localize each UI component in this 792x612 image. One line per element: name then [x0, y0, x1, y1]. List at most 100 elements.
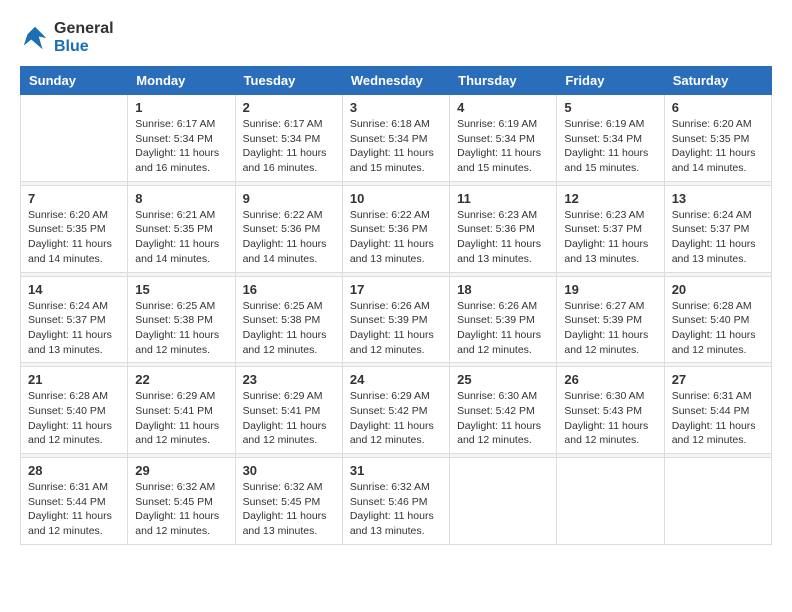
sunset-text: Sunset: 5:34 PM [243, 132, 335, 147]
day-number: 1 [135, 100, 227, 115]
sunrise-text: Sunrise: 6:24 AM [672, 208, 764, 223]
day-number: 30 [243, 463, 335, 478]
sunset-text: Sunset: 5:38 PM [135, 313, 227, 328]
sunrise-text: Sunrise: 6:22 AM [350, 208, 442, 223]
calendar-cell: 27 Sunrise: 6:31 AM Sunset: 5:44 PM Dayl… [664, 367, 771, 454]
sunrise-text: Sunrise: 6:32 AM [350, 480, 442, 495]
daylight-text: Daylight: 11 hours and 12 minutes. [243, 328, 335, 357]
sunset-text: Sunset: 5:37 PM [672, 222, 764, 237]
day-number: 15 [135, 282, 227, 297]
cell-info: Sunrise: 6:30 AM Sunset: 5:43 PM Dayligh… [564, 389, 656, 448]
daylight-text: Daylight: 11 hours and 14 minutes. [672, 146, 764, 175]
weekday-header-row: SundayMondayTuesdayWednesdayThursdayFrid… [21, 67, 772, 95]
calendar-cell: 14 Sunrise: 6:24 AM Sunset: 5:37 PM Dayl… [21, 276, 128, 363]
cell-info: Sunrise: 6:32 AM Sunset: 5:45 PM Dayligh… [243, 480, 335, 539]
calendar-cell: 30 Sunrise: 6:32 AM Sunset: 5:45 PM Dayl… [235, 458, 342, 545]
daylight-text: Daylight: 11 hours and 12 minutes. [350, 419, 442, 448]
day-number: 27 [672, 372, 764, 387]
calendar-table: SundayMondayTuesdayWednesdayThursdayFrid… [20, 66, 772, 545]
daylight-text: Daylight: 11 hours and 12 minutes. [457, 328, 549, 357]
cell-info: Sunrise: 6:23 AM Sunset: 5:37 PM Dayligh… [564, 208, 656, 267]
calendar-cell [450, 458, 557, 545]
sunrise-text: Sunrise: 6:21 AM [135, 208, 227, 223]
calendar-cell: 21 Sunrise: 6:28 AM Sunset: 5:40 PM Dayl… [21, 367, 128, 454]
daylight-text: Daylight: 11 hours and 13 minutes. [672, 237, 764, 266]
day-number: 23 [243, 372, 335, 387]
calendar-cell: 2 Sunrise: 6:17 AM Sunset: 5:34 PM Dayli… [235, 95, 342, 182]
daylight-text: Daylight: 11 hours and 12 minutes. [564, 328, 656, 357]
cell-info: Sunrise: 6:24 AM Sunset: 5:37 PM Dayligh… [672, 208, 764, 267]
cell-info: Sunrise: 6:32 AM Sunset: 5:46 PM Dayligh… [350, 480, 442, 539]
calendar-cell: 16 Sunrise: 6:25 AM Sunset: 5:38 PM Dayl… [235, 276, 342, 363]
daylight-text: Daylight: 11 hours and 12 minutes. [28, 509, 120, 538]
cell-info: Sunrise: 6:31 AM Sunset: 5:44 PM Dayligh… [672, 389, 764, 448]
weekday-header-thursday: Thursday [450, 67, 557, 95]
sunrise-text: Sunrise: 6:30 AM [457, 389, 549, 404]
daylight-text: Daylight: 11 hours and 13 minutes. [564, 237, 656, 266]
day-number: 13 [672, 191, 764, 206]
sunrise-text: Sunrise: 6:25 AM [243, 299, 335, 314]
daylight-text: Daylight: 11 hours and 14 minutes. [243, 237, 335, 266]
cell-info: Sunrise: 6:28 AM Sunset: 5:40 PM Dayligh… [672, 299, 764, 358]
sunset-text: Sunset: 5:35 PM [672, 132, 764, 147]
logo-icon [20, 23, 50, 53]
cell-info: Sunrise: 6:21 AM Sunset: 5:35 PM Dayligh… [135, 208, 227, 267]
sunrise-text: Sunrise: 6:26 AM [457, 299, 549, 314]
sunrise-text: Sunrise: 6:23 AM [457, 208, 549, 223]
cell-info: Sunrise: 6:29 AM Sunset: 5:41 PM Dayligh… [135, 389, 227, 448]
cell-info: Sunrise: 6:17 AM Sunset: 5:34 PM Dayligh… [135, 117, 227, 176]
day-number: 31 [350, 463, 442, 478]
sunrise-text: Sunrise: 6:32 AM [243, 480, 335, 495]
cell-info: Sunrise: 6:29 AM Sunset: 5:42 PM Dayligh… [350, 389, 442, 448]
cell-info: Sunrise: 6:26 AM Sunset: 5:39 PM Dayligh… [350, 299, 442, 358]
day-number: 22 [135, 372, 227, 387]
calendar-cell: 24 Sunrise: 6:29 AM Sunset: 5:42 PM Dayl… [342, 367, 449, 454]
day-number: 2 [243, 100, 335, 115]
sunset-text: Sunset: 5:40 PM [672, 313, 764, 328]
sunrise-text: Sunrise: 6:27 AM [564, 299, 656, 314]
daylight-text: Daylight: 11 hours and 13 minutes. [350, 509, 442, 538]
sunset-text: Sunset: 5:34 PM [564, 132, 656, 147]
daylight-text: Daylight: 11 hours and 12 minutes. [243, 419, 335, 448]
sunrise-text: Sunrise: 6:31 AM [28, 480, 120, 495]
daylight-text: Daylight: 11 hours and 12 minutes. [564, 419, 656, 448]
sunrise-text: Sunrise: 6:20 AM [28, 208, 120, 223]
day-number: 6 [672, 100, 764, 115]
sunrise-text: Sunrise: 6:28 AM [28, 389, 120, 404]
cell-info: Sunrise: 6:23 AM Sunset: 5:36 PM Dayligh… [457, 208, 549, 267]
sunset-text: Sunset: 5:43 PM [564, 404, 656, 419]
sunset-text: Sunset: 5:41 PM [243, 404, 335, 419]
sunrise-text: Sunrise: 6:23 AM [564, 208, 656, 223]
day-number: 5 [564, 100, 656, 115]
daylight-text: Daylight: 11 hours and 12 minutes. [28, 419, 120, 448]
day-number: 12 [564, 191, 656, 206]
sunset-text: Sunset: 5:35 PM [28, 222, 120, 237]
calendar-week-5: 28 Sunrise: 6:31 AM Sunset: 5:44 PM Dayl… [21, 458, 772, 545]
cell-info: Sunrise: 6:18 AM Sunset: 5:34 PM Dayligh… [350, 117, 442, 176]
weekday-header-friday: Friday [557, 67, 664, 95]
daylight-text: Daylight: 11 hours and 12 minutes. [457, 419, 549, 448]
day-number: 25 [457, 372, 549, 387]
sunset-text: Sunset: 5:38 PM [243, 313, 335, 328]
weekday-header-monday: Monday [128, 67, 235, 95]
calendar-cell: 20 Sunrise: 6:28 AM Sunset: 5:40 PM Dayl… [664, 276, 771, 363]
cell-info: Sunrise: 6:29 AM Sunset: 5:41 PM Dayligh… [243, 389, 335, 448]
day-number: 8 [135, 191, 227, 206]
sunrise-text: Sunrise: 6:24 AM [28, 299, 120, 314]
sunset-text: Sunset: 5:36 PM [350, 222, 442, 237]
day-number: 20 [672, 282, 764, 297]
cell-info: Sunrise: 6:28 AM Sunset: 5:40 PM Dayligh… [28, 389, 120, 448]
day-number: 26 [564, 372, 656, 387]
sunset-text: Sunset: 5:36 PM [243, 222, 335, 237]
calendar-cell: 8 Sunrise: 6:21 AM Sunset: 5:35 PM Dayli… [128, 185, 235, 272]
calendar-cell: 7 Sunrise: 6:20 AM Sunset: 5:35 PM Dayli… [21, 185, 128, 272]
calendar-cell: 1 Sunrise: 6:17 AM Sunset: 5:34 PM Dayli… [128, 95, 235, 182]
daylight-text: Daylight: 11 hours and 13 minutes. [350, 237, 442, 266]
daylight-text: Daylight: 11 hours and 14 minutes. [28, 237, 120, 266]
sunrise-text: Sunrise: 6:29 AM [135, 389, 227, 404]
calendar-week-2: 7 Sunrise: 6:20 AM Sunset: 5:35 PM Dayli… [21, 185, 772, 272]
sunset-text: Sunset: 5:34 PM [350, 132, 442, 147]
sunrise-text: Sunrise: 6:29 AM [243, 389, 335, 404]
weekday-header-sunday: Sunday [21, 67, 128, 95]
calendar-cell: 26 Sunrise: 6:30 AM Sunset: 5:43 PM Dayl… [557, 367, 664, 454]
